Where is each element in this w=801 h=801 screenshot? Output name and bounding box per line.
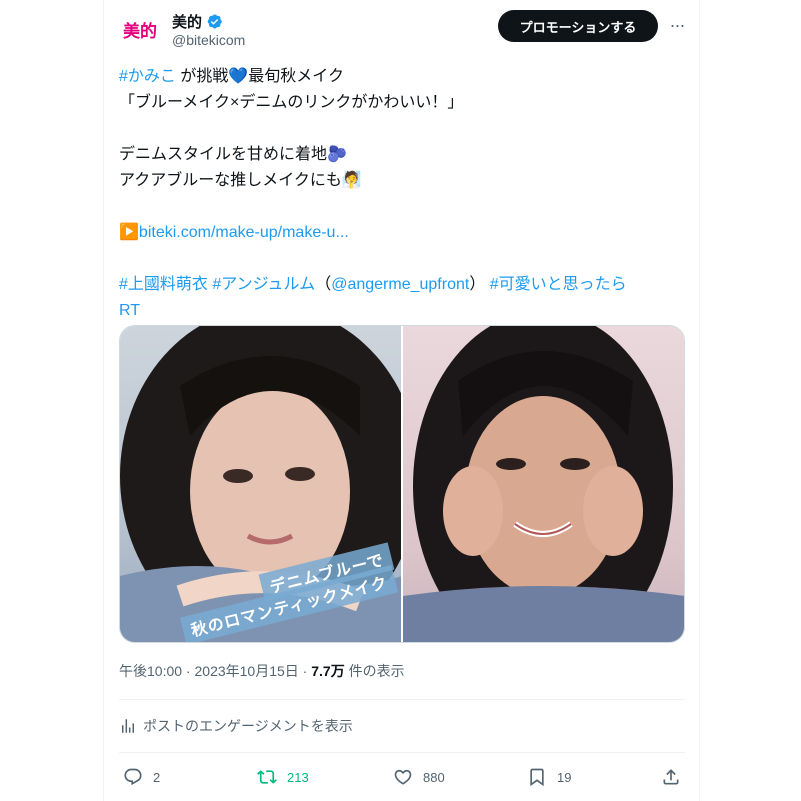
- portrait-right-image: [403, 326, 684, 642]
- paren-open: （: [315, 276, 332, 293]
- media-gallery[interactable]: デニムブルーで 秋のロマンティックメイク: [119, 325, 685, 643]
- hashtag-kamiko[interactable]: #かみこ: [119, 68, 176, 85]
- verified-badge-icon: [207, 14, 222, 29]
- share-button[interactable]: [661, 760, 681, 794]
- more-options-icon[interactable]: ···: [666, 14, 688, 36]
- tweet-line-1: #かみこ が挑戦💙最旬秋メイク: [119, 64, 689, 90]
- tweet-line-1-text: が挑戦: [175, 68, 229, 85]
- view-engagement-link[interactable]: ポストのエンゲージメントを表示: [119, 716, 353, 736]
- photo-left[interactable]: デニムブルーで 秋のロマンティックメイク: [120, 326, 401, 642]
- tweet-timestamp: 午後10:00 · 2023年10月15日 · 7.7万 件の表示: [119, 661, 405, 681]
- tweet-link-line: ▶️biteki.com/make-up/make-u...: [119, 220, 689, 246]
- avatar-logo: 美的: [123, 21, 157, 42]
- meta-sep-2: ·: [298, 663, 312, 679]
- divider: [119, 752, 685, 753]
- photo-right[interactable]: [403, 326, 684, 642]
- divider: [119, 699, 685, 700]
- share-icon: [663, 769, 679, 785]
- tweet-line-2: 「ブルーメイク×デニムのリンクがかわいい！」: [119, 94, 464, 111]
- like-count: 880: [423, 769, 445, 785]
- author-name-row[interactable]: 美的: [172, 11, 223, 32]
- tweet-date[interactable]: 2023年10月15日: [195, 663, 299, 679]
- engagement-label: ポストのエンゲージメントを表示: [143, 718, 353, 734]
- meta-sep: ·: [182, 663, 195, 679]
- tweet-tags-line: #上國料萌衣 #アンジュルム（@angerme_upfront） #可愛いと思っ…: [119, 272, 689, 298]
- tweet-rt[interactable]: RT: [119, 298, 689, 324]
- retweet-count: 213: [287, 769, 309, 785]
- hashtag-kawaii[interactable]: #可愛いと思ったら: [490, 276, 627, 293]
- tweet-text: #かみこ が挑戦💙最旬秋メイク 「ブルーメイク×デニムのリンクがかわいい！」 デ…: [119, 64, 689, 324]
- tweet-line-4: アクアブルーな推しメイクにも🧖: [119, 172, 362, 189]
- bookmark-button[interactable]: 19: [527, 760, 571, 794]
- article-link[interactable]: biteki.com/make-up/make-u...: [139, 224, 349, 241]
- reply-icon: [124, 768, 142, 786]
- heart-icon: [394, 769, 412, 785]
- tweet-line-1-tail: 最旬秋メイク: [248, 68, 344, 85]
- views-count: 7.7万: [311, 663, 345, 679]
- reply-button[interactable]: 2: [123, 760, 160, 794]
- hashtag-angerme[interactable]: #アンジュルム: [212, 276, 315, 293]
- retweet-icon: [257, 770, 277, 784]
- tweet-time[interactable]: 午後10:00: [119, 663, 182, 679]
- paren-close: ）: [469, 276, 486, 293]
- tweet-line-3: デニムスタイルを甘めに着地🫐: [119, 146, 347, 163]
- action-bar: 2 213 880 19: [119, 760, 685, 794]
- avatar[interactable]: 美的: [119, 8, 161, 50]
- author-handle[interactable]: @bitekicom: [172, 32, 245, 48]
- hashtag-kamikokuryo[interactable]: #上國料萌衣: [119, 276, 208, 293]
- bookmark-icon: [530, 768, 544, 787]
- promote-button[interactable]: プロモーションする: [498, 10, 658, 42]
- bookmark-count: 19: [557, 769, 572, 785]
- analytics-icon: [122, 719, 134, 733]
- views-label: 件の表示: [344, 663, 405, 679]
- like-button[interactable]: 880: [393, 760, 445, 794]
- blue-heart-icon: 💙: [228, 68, 249, 85]
- retweet-button[interactable]: 213: [257, 760, 309, 794]
- reply-count: 2: [153, 769, 161, 785]
- mention-angerme[interactable]: @angerme_upfront: [331, 276, 469, 293]
- author-name[interactable]: 美的: [172, 11, 202, 32]
- play-icon: ▶️: [119, 224, 139, 241]
